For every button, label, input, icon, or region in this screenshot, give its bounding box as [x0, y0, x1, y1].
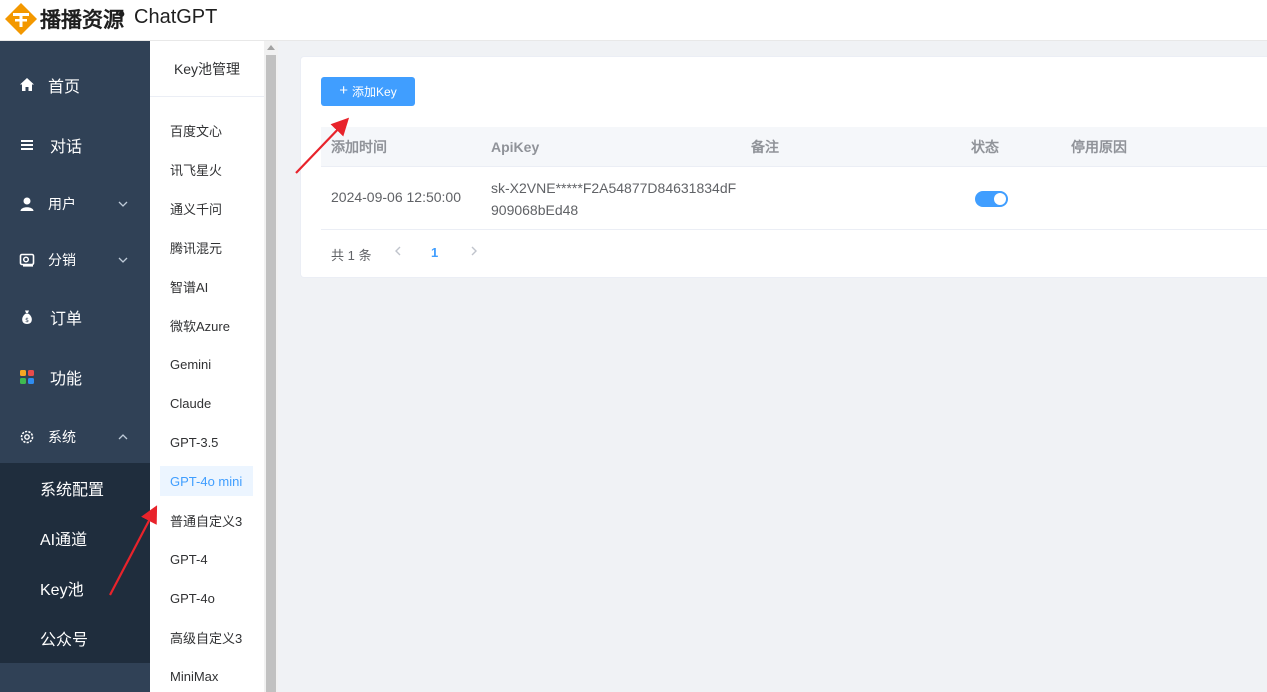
panel-item[interactable]: GPT-4o mini — [160, 466, 253, 496]
submenu-item-key-pool[interactable]: Key池 — [0, 563, 150, 613]
sidebar-item-label: 首页 — [48, 79, 81, 96]
brand-separator: • — [118, 4, 126, 26]
pagination-total: 共 1 条 — [331, 248, 372, 263]
panel-item[interactable]: 普通自定义3 — [160, 505, 253, 535]
panel-item[interactable]: 百度文心 — [160, 115, 253, 145]
plus-icon: + — [339, 81, 349, 99]
column-header-status: 状态 — [971, 139, 999, 155]
key-pool-panel: Key池管理 百度文心讯飞星火通义千问腾讯混元智谱AI 微软Azure Gemini… — [150, 41, 264, 692]
money-bag-icon: $ — [18, 308, 36, 326]
panel-item-label: 智谱AI — [170, 279, 209, 295]
sidebar-item-label: 功能 — [50, 371, 83, 388]
key-list-card: + 添加Key 添加时间 ApiKey 备注 状态 停用原因 2024-09-0… — [300, 56, 1267, 278]
sidebar-item-system[interactable]: 系统 — [0, 407, 150, 467]
chevron-left-icon[interactable] — [393, 245, 403, 260]
sidebar-item-label: 用户 — [48, 196, 76, 212]
panel-item-label: GPT-4o — [170, 590, 215, 606]
submenu-item-label: AI通道 — [40, 532, 88, 549]
panel-item-label: MiniMax — [170, 668, 219, 684]
sidebar-item-label: 分销 — [48, 252, 76, 268]
chevron-up-icon — [118, 434, 128, 440]
cell-time: 2024-09-06 12:50:00 — [331, 189, 461, 205]
distribution-icon — [18, 251, 36, 269]
column-header-apikey: ApiKey — [491, 139, 540, 155]
table-row: 2024-09-06 12:50:00 sk-X2VNE*****F2A5487… — [321, 167, 1267, 230]
brand-name: 播播资源 — [40, 8, 124, 32]
table-header: 添加时间 ApiKey 备注 状态 停用原因 — [321, 127, 1267, 167]
submenu-item-label: 公众号 — [40, 632, 89, 649]
status-toggle[interactable] — [975, 191, 1008, 207]
panel-item[interactable]: 腾讯混元 — [160, 232, 253, 262]
panel-item-label: Claude — [170, 395, 212, 411]
submenu-item-label: 系统配置 — [40, 482, 105, 499]
panel-item-label: 微软Azure — [170, 318, 230, 334]
main-sidebar: 首页 对话 用户 分销 $ 订单 功能 系统 系统配置 AI通道 Key池 公众… — [0, 41, 150, 692]
submenu-item-official-account[interactable]: 公众号 — [0, 613, 150, 663]
panel-item-label: GPT-3.5 — [170, 434, 219, 450]
sidebar-item-orders[interactable]: $ 订单 — [0, 287, 150, 347]
column-header-disable-reason: 停用原因 — [1071, 139, 1127, 155]
panel-item-label: 腾讯混元 — [170, 240, 223, 256]
panel-item[interactable]: 高级自定义3 — [160, 622, 253, 652]
sidebar-item-distribution[interactable]: 分销 — [0, 230, 150, 290]
panel-item[interactable]: 通义千问 — [160, 193, 253, 223]
panel-item[interactable]: 讯飞星火 — [160, 154, 253, 184]
panel-item[interactable]: GPT-3.5 — [160, 427, 253, 457]
svg-text:$: $ — [25, 317, 29, 324]
page-number[interactable]: 1 — [431, 245, 438, 260]
panel-item-label: 通义千问 — [170, 201, 223, 217]
submenu-item-ai-channel[interactable]: AI通道 — [0, 513, 150, 563]
column-header-time: 添加时间 — [331, 139, 387, 155]
panel-item[interactable]: 智谱AI — [160, 271, 253, 301]
panel-item[interactable]: Gemini — [160, 349, 253, 379]
sidebar-item-label: 系统 — [48, 429, 76, 445]
list-icon — [18, 136, 36, 154]
submenu-item-system-config[interactable]: 系统配置 — [0, 463, 150, 513]
sidebar-item-label: 订单 — [50, 311, 83, 328]
column-header-remark: 备注 — [751, 139, 779, 155]
sidebar-item-label: 对话 — [50, 139, 83, 156]
add-key-button[interactable]: + 添加Key — [321, 77, 415, 106]
panel-item-label: 高级自定义3 — [170, 630, 243, 646]
top-bar: 播播资源 • ChatGPT — [0, 0, 1267, 41]
system-submenu: 系统配置 AI通道 Key池 公众号 — [0, 463, 150, 663]
scrollbar-thumb[interactable] — [266, 55, 276, 692]
user-icon — [18, 195, 36, 213]
panel-item-label: GPT-4 — [170, 551, 208, 567]
gear-icon — [18, 428, 36, 446]
home-icon — [18, 76, 36, 94]
cell-apikey: sk-X2VNE*****F2A54877D84631834dF909068bE… — [491, 180, 737, 218]
panel-title: Key池管理 — [150, 41, 264, 97]
panel-item-label: Gemini — [170, 356, 212, 372]
chevron-down-icon — [118, 257, 128, 263]
chevron-down-icon — [118, 201, 128, 207]
sidebar-item-chat[interactable]: 对话 — [0, 115, 150, 175]
panel-item[interactable]: GPT-4 — [160, 544, 253, 574]
chevron-right-icon[interactable] — [469, 245, 479, 260]
add-key-label: 添加Key — [352, 85, 397, 99]
panel-item[interactable]: Claude — [160, 388, 253, 418]
logo-icon — [5, 3, 37, 35]
panel-item[interactable]: GPT-4o — [160, 583, 253, 613]
product-name: ChatGPT — [134, 6, 218, 28]
panel-item-label: 普通自定义3 — [170, 513, 243, 529]
toggle-knob — [994, 193, 1006, 205]
panel-item-label: GPT-4o mini — [170, 473, 243, 489]
panel-scrollbar[interactable] — [264, 41, 278, 692]
panel-item-label: 讯飞星火 — [170, 162, 223, 178]
scroll-up-arrow-icon[interactable] — [267, 45, 275, 50]
grid-icon — [18, 368, 36, 386]
panel-item-label: 百度文心 — [170, 123, 223, 139]
panel-item[interactable]: MiniMax — [160, 661, 253, 691]
sidebar-item-users[interactable]: 用户 — [0, 174, 150, 234]
sidebar-item-home[interactable]: 首页 — [0, 55, 150, 115]
panel-item[interactable]: 微软Azure — [160, 310, 253, 340]
sidebar-item-features[interactable]: 功能 — [0, 347, 150, 407]
submenu-item-label: Key池 — [40, 582, 84, 599]
